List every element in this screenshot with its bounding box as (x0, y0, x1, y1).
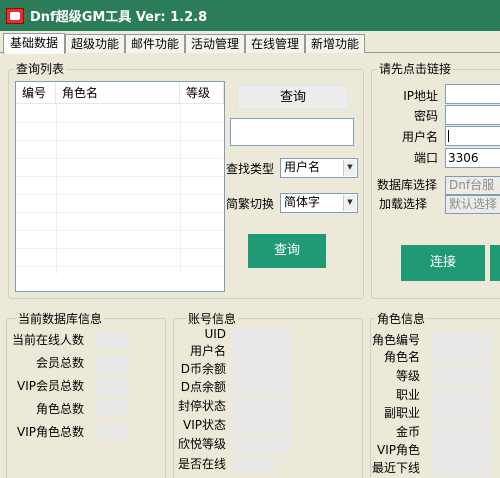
joy-level-label: 欣悦等级 (177, 437, 226, 451)
list-row-line (16, 140, 224, 141)
vip-member-count-value (97, 376, 127, 396)
ban-status-value (233, 398, 291, 415)
vip-role-value (431, 442, 491, 459)
last-offline-value (431, 460, 491, 477)
text-cursor (448, 130, 449, 142)
load-select-label: 加载选择 (379, 197, 428, 211)
sub-job-label: 副职业 (383, 406, 420, 420)
vip-role-label: VIP角色 (377, 443, 420, 457)
tab-online-management[interactable]: 在线管理 (245, 34, 305, 53)
password-label: 密码 (413, 109, 438, 123)
account-username-value (233, 343, 291, 360)
search-type-select[interactable]: 用户名 ▼ (280, 158, 358, 178)
account-info-title: 账号信息 (186, 312, 239, 326)
ban-status-label: 封停状态 (177, 399, 226, 413)
online-count-label: 当前在线人数 (11, 333, 84, 347)
connect-button[interactable]: 连接 (401, 245, 485, 281)
extra-green-button[interactable] (490, 245, 500, 281)
uid-label: UID (204, 327, 226, 341)
ip-label: IP地址 (403, 89, 438, 103)
port-label: 端口 (413, 151, 438, 165)
column-header-level[interactable]: 等级 (180, 82, 224, 104)
list-row-line (16, 122, 224, 123)
gold-label: 金币 (395, 425, 420, 439)
tab-new-functions[interactable]: 新增功能 (305, 34, 365, 53)
uid-value (233, 326, 291, 343)
top-query-button[interactable]: 查询 (237, 85, 349, 110)
search-type-label: 查找类型 (226, 162, 275, 176)
column-header-id[interactable]: 编号 (16, 82, 56, 104)
online-status-label: 是否在线 (177, 457, 226, 471)
tab-activity-management[interactable]: 活动管理 (185, 34, 245, 53)
account-username-label: 用户名 (189, 344, 226, 358)
list-row-line (16, 212, 224, 213)
role-id-value (431, 332, 491, 349)
d-coin-label: D币余额 (180, 362, 226, 376)
vip-member-count-label: VIP会员总数 (17, 379, 84, 393)
vip-role-count-label: VIP角色总数 (17, 425, 84, 439)
joy-level-value (233, 436, 291, 453)
database-select[interactable]: Dnf台服 (445, 176, 500, 195)
tab-strip: 基础数据 超级功能 邮件功能 活动管理 在线管理 新增功能 (0, 33, 500, 54)
db-info-title: 当前数据库信息 (16, 312, 105, 326)
d-coin-value (233, 361, 291, 378)
role-list[interactable]: 编号 角色名 等级 (15, 81, 225, 292)
window-title: Dnf超级GM工具 Ver: 1.2.8 (30, 10, 208, 25)
charset-select[interactable]: 简体字 ▼ (280, 193, 358, 213)
chevron-down-icon[interactable]: ▼ (343, 195, 356, 211)
database-select-label: 数据库选择 (377, 178, 438, 192)
role-info-title: 角色信息 (375, 312, 428, 326)
search-type-value: 用户名 (284, 160, 321, 174)
vip-status-value (233, 417, 291, 434)
vip-role-count-value (97, 422, 127, 442)
query-list-title: 查询列表 (14, 62, 67, 76)
online-count-value (97, 333, 127, 349)
tab-super-functions[interactable]: 超级功能 (65, 34, 125, 53)
member-count-value (97, 356, 127, 372)
charset-label: 简繁切换 (226, 197, 275, 211)
tab-mail-functions[interactable]: 邮件功能 (125, 34, 185, 53)
list-row-line (16, 158, 224, 159)
online-status-value (233, 456, 275, 473)
tab-basic-data[interactable]: 基础数据 (3, 33, 65, 54)
job-value (431, 387, 491, 404)
connect-title: 请先点击链接 (377, 62, 454, 76)
chevron-down-icon[interactable]: ▼ (343, 160, 356, 176)
list-row-line (16, 266, 224, 267)
column-header-role-name[interactable]: 角色名 (56, 82, 180, 104)
list-row-line (16, 248, 224, 249)
last-offline-label: 最近下线 (371, 461, 420, 475)
app-icon (6, 7, 24, 24)
member-count-label: 会员总数 (35, 356, 84, 370)
query-button[interactable]: 查询 (248, 234, 326, 268)
vip-status-label: VIP状态 (183, 418, 226, 432)
search-input[interactable] (230, 118, 354, 146)
role-name-value (431, 349, 491, 366)
gold-value (431, 424, 491, 441)
role-level-value (431, 368, 491, 385)
list-row-line (16, 194, 224, 195)
load-select[interactable]: 默认选择 (445, 195, 500, 214)
role-count-label: 角色总数 (35, 402, 84, 416)
d-point-label: D点余额 (180, 380, 226, 394)
username-input[interactable] (445, 126, 500, 146)
list-row-line (16, 176, 224, 177)
password-input[interactable] (445, 105, 500, 125)
job-label: 职业 (395, 388, 420, 402)
role-count-value (97, 400, 127, 416)
charset-value: 简体字 (284, 195, 321, 209)
port-input[interactable]: 3306 (445, 148, 500, 168)
username-label: 用户名 (401, 130, 438, 144)
role-level-label: 等级 (395, 369, 420, 383)
sub-job-value (431, 405, 491, 422)
list-row-line (16, 230, 224, 231)
role-id-label: 角色编号 (371, 333, 420, 347)
role-name-label: 角色名 (383, 350, 420, 364)
ip-input[interactable] (445, 84, 500, 104)
d-point-value (233, 379, 291, 396)
title-bar: Dnf超级GM工具 Ver: 1.2.8 (0, 0, 500, 31)
